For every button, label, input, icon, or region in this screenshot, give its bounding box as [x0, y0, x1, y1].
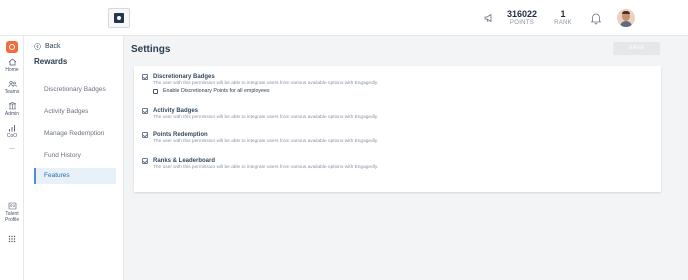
sidebar-item-manage-redemption[interactable]: Manage Redemption — [34, 126, 116, 142]
rewards-sidebar: Back Rewards Discretionary Badges Activi… — [24, 36, 124, 280]
settings-card: Discretionary Badges The user with this … — [134, 66, 661, 192]
sidebar-item-fund-history[interactable]: Fund History — [34, 148, 116, 164]
user-avatar[interactable] — [617, 9, 635, 27]
megaphone-icon[interactable] — [483, 12, 495, 24]
back-arrow-icon — [34, 43, 41, 50]
permission-description: The user with this permission will be ab… — [153, 165, 379, 170]
rail-item-talent-profile[interactable]: Talent Profile — [0, 202, 24, 223]
permission-activity-badges: Activity Badges The user with this permi… — [142, 108, 378, 121]
points-value: 316022 — [506, 9, 538, 19]
permission-ranks-leaderboard: Ranks & Leaderboard The user with this p… — [142, 158, 378, 171]
grid-icon — [8, 235, 16, 243]
activity-badges-checkbox[interactable] — [142, 108, 148, 114]
rail-item-grid[interactable] — [0, 235, 24, 243]
permission-discretionary-badges: Discretionary Badges The user with this … — [142, 74, 378, 94]
rail-label-talent-profile: Talent Profile — [5, 211, 20, 223]
permission-points-redemption: Points Redemption The user with this per… — [142, 132, 378, 145]
rail-label-admin: Admin — [4, 111, 20, 117]
home-icon — [8, 58, 16, 66]
enable-discretionary-points-checkbox[interactable] — [153, 88, 158, 94]
rank-label: RANK — [554, 20, 572, 26]
back-label: Back — [45, 43, 61, 50]
ranks-leaderboard-checkbox[interactable] — [142, 158, 148, 164]
sidebar-item-discretionary-badges[interactable]: Discretionary Badges — [34, 82, 116, 98]
rail-item-teams[interactable]: Teams — [0, 80, 24, 95]
permission-description: The user with this permission will be ab… — [153, 81, 379, 86]
permission-description: The user with this permission will be ab… — [153, 139, 379, 144]
sidebar-title: Rewards — [34, 57, 68, 66]
bell-icon[interactable] — [589, 11, 603, 25]
rail-label-coo: CoO — [6, 133, 18, 139]
sidebar-item-activity-badges[interactable]: Activity Badges — [34, 104, 116, 120]
enable-discretionary-points-label: Enable Discretionary Points for all empl… — [163, 88, 270, 94]
talent-profile-icon — [8, 202, 16, 210]
brand-icon[interactable] — [6, 41, 18, 53]
more-icon: ... — [9, 144, 15, 151]
rank-value: 1 — [560, 9, 566, 19]
chart-icon — [8, 125, 15, 132]
save-button[interactable]: SAVE — [613, 42, 660, 55]
company-logo[interactable] — [108, 8, 130, 28]
rail-label-home: Home — [5, 67, 19, 73]
rank-counter[interactable]: 1 RANK — [552, 9, 574, 28]
sidebar-item-features[interactable]: Features — [34, 168, 116, 184]
points-counter[interactable]: 316022 POINTS — [504, 9, 540, 28]
teams-icon — [8, 80, 17, 88]
rail-label-teams: Teams — [4, 89, 20, 95]
points-label: POINTS — [509, 20, 535, 26]
permission-description: The user with this permission will be ab… — [153, 115, 379, 120]
page-title: Settings — [131, 44, 171, 55]
back-link[interactable]: Back — [34, 43, 61, 50]
points-redemption-checkbox[interactable] — [142, 132, 148, 138]
rail-item-home[interactable]: Home — [0, 58, 24, 73]
rail-item-more[interactable]: ... — [0, 144, 24, 151]
admin-icon — [8, 102, 16, 110]
top-bar: 316022 POINTS 1 RANK — [0, 0, 688, 36]
rail-item-admin[interactable]: Admin — [0, 102, 24, 117]
icon-rail: Home Teams Admin CoO ... Talent Profile — [0, 36, 24, 280]
discretionary-badges-checkbox[interactable] — [142, 74, 148, 80]
rail-item-coo[interactable]: CoO — [0, 124, 24, 139]
